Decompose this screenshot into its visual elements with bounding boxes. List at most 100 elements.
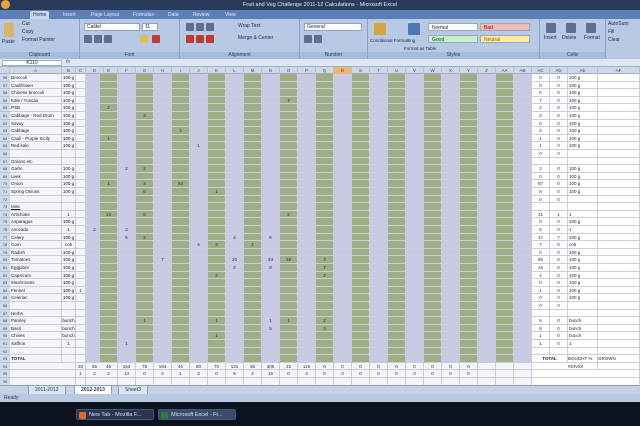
data-cell[interactable] — [136, 340, 154, 348]
data-cell[interactable] — [316, 279, 334, 287]
data-cell[interactable] — [226, 203, 244, 211]
data-cell[interactable] — [514, 172, 532, 181]
data-cell[interactable] — [208, 226, 226, 234]
summary-cell[interactable] — [598, 218, 640, 226]
data-cell[interactable] — [406, 203, 424, 211]
data-cell[interactable] — [118, 241, 136, 249]
grown-total-cell[interactable]: 0 — [550, 127, 568, 135]
data-cell[interactable] — [280, 104, 298, 112]
tab-view[interactable]: View — [222, 11, 239, 19]
data-cell[interactable] — [154, 347, 172, 356]
total-value-cell[interactable] — [496, 362, 514, 371]
data-cell[interactable] — [244, 134, 262, 143]
data-cell[interactable] — [190, 256, 208, 264]
data-cell[interactable]: 2 — [136, 165, 154, 173]
data-cell[interactable] — [136, 89, 154, 97]
data-cell[interactable] — [76, 89, 86, 97]
data-cell[interactable] — [496, 81, 514, 90]
item-unit-cell[interactable]: 100 g — [62, 142, 76, 150]
data-cell[interactable] — [172, 157, 190, 166]
data-cell[interactable] — [406, 271, 424, 280]
total-value-cell[interactable] — [478, 370, 496, 378]
data-cell[interactable] — [406, 347, 424, 356]
unit-copy-cell[interactable]: 100 g — [568, 81, 598, 90]
data-cell[interactable] — [154, 355, 172, 363]
data-cell[interactable] — [190, 294, 208, 302]
data-cell[interactable] — [172, 355, 190, 363]
item-unit-cell[interactable]: 100 g — [62, 218, 76, 226]
data-cell[interactable] — [514, 150, 532, 158]
data-cell[interactable] — [496, 165, 514, 173]
unit-copy-cell[interactable] — [568, 347, 598, 356]
total-value-cell[interactable]: 40 — [172, 362, 190, 371]
data-cell[interactable] — [190, 203, 208, 211]
insert-button[interactable]: Insert — [544, 35, 557, 42]
data-cell[interactable] — [370, 142, 388, 150]
data-cell[interactable] — [352, 142, 370, 150]
data-cell[interactable] — [172, 286, 190, 295]
grown-total-cell[interactable]: 0 — [550, 134, 568, 143]
data-cell[interactable] — [262, 203, 280, 211]
total-cell[interactable]: 3 — [532, 112, 550, 120]
data-cell[interactable] — [100, 248, 118, 257]
row-header-95[interactable]: 95 — [0, 370, 10, 378]
data-cell[interactable] — [334, 347, 352, 356]
align-left-icon[interactable] — [186, 35, 194, 43]
data-cell[interactable] — [370, 203, 388, 211]
data-cell[interactable] — [352, 340, 370, 348]
data-cell[interactable] — [442, 355, 460, 363]
data-cell[interactable] — [172, 134, 190, 143]
data-cell[interactable] — [496, 340, 514, 348]
summary-cell[interactable] — [598, 134, 640, 143]
data-cell[interactable] — [334, 355, 352, 363]
grown-total-cell[interactable]: 0 — [550, 119, 568, 128]
data-cell[interactable] — [478, 112, 496, 120]
data-cell[interactable] — [496, 104, 514, 112]
data-cell[interactable] — [478, 89, 496, 97]
data-cell[interactable] — [388, 302, 406, 310]
unit-copy-cell[interactable]: 100 g — [568, 104, 598, 112]
data-cell[interactable] — [226, 340, 244, 348]
data-cell[interactable] — [424, 165, 442, 173]
data-cell[interactable] — [100, 264, 118, 272]
data-cell[interactable] — [136, 324, 154, 333]
data-cell[interactable] — [100, 233, 118, 242]
data-cell[interactable] — [208, 203, 226, 211]
data-cell[interactable] — [280, 112, 298, 120]
data-cell[interactable] — [334, 264, 352, 272]
data-cell[interactable] — [226, 226, 244, 234]
row-header-78[interactable]: 78 — [0, 241, 10, 249]
select-all-corner[interactable] — [0, 67, 10, 74]
data-cell[interactable] — [478, 127, 496, 135]
data-cell[interactable] — [298, 271, 316, 280]
data-cell[interactable] — [424, 81, 442, 90]
data-cell[interactable] — [172, 203, 190, 211]
data-cell[interactable] — [478, 203, 496, 211]
data-cell[interactable] — [406, 127, 424, 135]
data-cell[interactable] — [388, 218, 406, 226]
data-cell[interactable] — [388, 248, 406, 257]
unit-copy-cell[interactable]: bunch — [568, 317, 598, 325]
number-format-select[interactable]: General — [304, 23, 362, 31]
data-cell[interactable] — [298, 172, 316, 181]
data-cell[interactable] — [460, 286, 478, 295]
data-cell[interactable] — [496, 347, 514, 356]
data-cell[interactable] — [334, 119, 352, 128]
data-cell[interactable] — [244, 264, 262, 272]
grown-total-cell[interactable]: 0 — [550, 264, 568, 272]
data-cell[interactable] — [442, 119, 460, 128]
data-cell[interactable] — [244, 218, 262, 226]
data-cell[interactable] — [334, 226, 352, 234]
summary-cell[interactable] — [598, 195, 640, 204]
data-cell[interactable] — [478, 172, 496, 181]
data-cell[interactable] — [262, 165, 280, 173]
data-cell[interactable] — [100, 203, 118, 211]
data-cell[interactable] — [136, 172, 154, 181]
col-header-p[interactable]: P — [298, 67, 316, 74]
format-painter-button[interactable]: Format Painter — [22, 37, 55, 44]
data-cell[interactable] — [190, 180, 208, 188]
data-cell[interactable] — [226, 134, 244, 143]
data-cell[interactable] — [136, 96, 154, 105]
align-right-icon[interactable] — [206, 35, 214, 43]
summary-cell[interactable] — [598, 157, 640, 166]
